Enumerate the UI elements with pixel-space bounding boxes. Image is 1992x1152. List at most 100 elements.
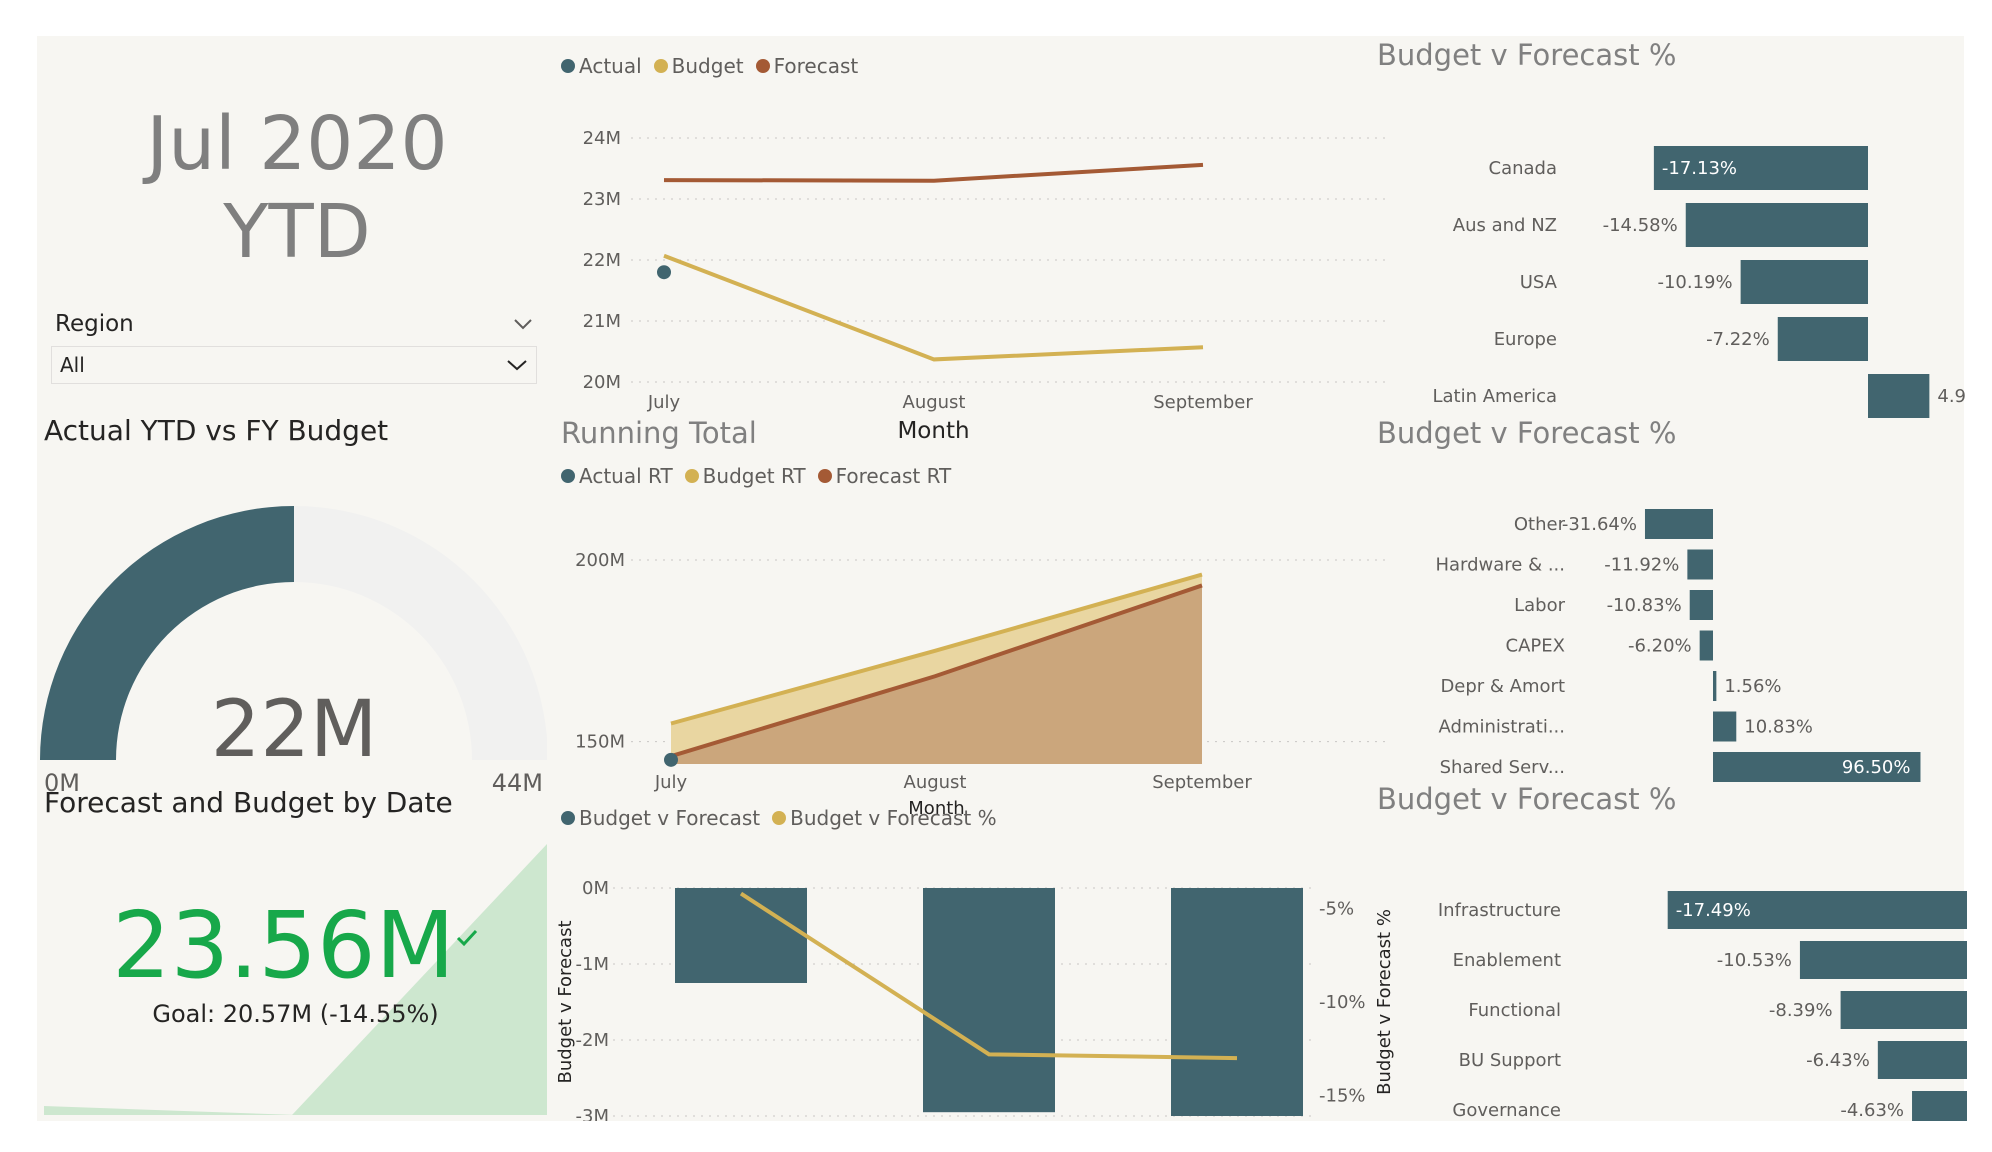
data-label: -8.39%	[1769, 1000, 1833, 1021]
legend-dot	[561, 469, 575, 483]
data-label: 96.50%	[1842, 757, 1911, 778]
bvf-category-bar-chart[interactable]: Infrastructure -17.49% Enablement -10.53% Fu…	[1377, 836, 1967, 1121]
actual-vs-budget-gauge[interactable]: 22M0M 44M	[37, 456, 547, 796]
legend-dot	[684, 469, 699, 483]
data-label: -11.92%	[1604, 555, 1679, 576]
y-left-tick-label: 0M	[582, 878, 609, 899]
x-tick-label: August	[904, 772, 967, 793]
legend-item-forecast[interactable]: Forecast	[755, 54, 859, 78]
gauge-value: 22M	[211, 685, 378, 775]
data-label: 1.56%	[1724, 676, 1781, 697]
category-label: CAPEX	[1506, 636, 1565, 657]
bar	[1685, 203, 1868, 247]
kpi-value: 23.56M	[112, 892, 455, 999]
chevron-down-icon[interactable]	[513, 318, 533, 330]
data-label: -14.58%	[1603, 215, 1678, 236]
bar	[1877, 1041, 1967, 1079]
legend-item-bvf[interactable]: Budget v Forecast	[561, 806, 760, 830]
legend-label: Budget v Forecast %	[790, 806, 997, 830]
running-total-title: Running Total	[561, 416, 757, 450]
kpi-goal: Goal: 20.57M (-14.55%)	[152, 1000, 439, 1028]
x-tick-label: August	[903, 392, 966, 413]
legend-dot	[653, 59, 668, 73]
y-left-tick-label: -3M	[576, 1106, 609, 1121]
trend-shape-left	[44, 1106, 297, 1115]
legend-item-bvf-pct[interactable]: Budget v Forecast %	[772, 806, 997, 830]
series-point-actual	[657, 265, 671, 280]
legend-item-actual[interactable]: Actual	[561, 54, 642, 78]
y-tick-label: 150M	[575, 732, 625, 753]
bar	[1713, 671, 1717, 701]
legend-dot	[772, 811, 787, 825]
bar	[1699, 630, 1713, 661]
region-slicer: Region All	[51, 306, 537, 384]
running-total-legend: Actual RT Budget RT Forecast RT	[561, 464, 957, 488]
actual-budget-forecast-line-chart[interactable]: 24M 23M 22M 21M 20M July August September Month	[551, 84, 1401, 454]
legend-dot	[561, 59, 575, 73]
data-label: -10.83%	[1607, 595, 1682, 616]
bvf-region-bar-chart[interactable]: Canada -17.13% Aus and NZ -14.58% USA -10.19%…	[1377, 96, 1967, 426]
category-label: Functional	[1468, 1000, 1561, 1021]
y-right-tick-label: -5%	[1319, 899, 1354, 920]
bar	[1912, 1091, 1967, 1121]
y-tick-label: 23M	[583, 189, 621, 210]
chevron-down-icon[interactable]	[506, 359, 528, 371]
bar	[1689, 590, 1713, 620]
running-total-area-chart[interactable]: 200M150MJuly August SeptemberMonth	[551, 496, 1401, 826]
bvf-type-bar-chart[interactable]: Other-31.64% Hardware & ... -11.92% Labor -1…	[1377, 476, 1967, 806]
kpi-card[interactable]: 23.56M Goal: 20.57M (-14.55%)	[44, 896, 547, 1028]
region-dropdown[interactable]: All	[51, 346, 537, 384]
data-label: -6.20%	[1628, 636, 1692, 657]
bar	[1799, 941, 1967, 979]
y-tick-label: 20M	[583, 372, 621, 393]
y-right-tick-label: -10%	[1319, 992, 1366, 1013]
legend-item-actual-rt[interactable]: Actual RT	[561, 464, 673, 488]
legend-dot	[561, 811, 575, 825]
region-slicer-header[interactable]: Region	[51, 306, 537, 342]
legend-item-budget[interactable]: Budget	[653, 54, 744, 78]
data-label: 10.83%	[1744, 717, 1813, 738]
report-period-month: Jul 2020	[146, 101, 448, 187]
legend-dot	[755, 59, 770, 73]
data-label: -7.22%	[1706, 329, 1770, 350]
legend-label: Forecast RT	[835, 464, 952, 488]
checkmark-icon	[456, 929, 477, 947]
bar	[1868, 374, 1930, 418]
category-label: Labor	[1514, 595, 1565, 616]
bar	[675, 888, 807, 983]
data-label: -17.49%	[1676, 900, 1751, 921]
legend-item-forecast-rt[interactable]: Forecast RT	[817, 464, 952, 488]
data-label: -4.63%	[1840, 1100, 1904, 1121]
legend-label: Forecast	[773, 54, 859, 78]
legend-label: Budget v Forecast	[579, 806, 761, 830]
report-period-title: Jul 2020 YTD	[77, 100, 517, 276]
category-label: Administrati...	[1439, 717, 1565, 738]
legend-label: Actual	[579, 54, 642, 78]
series-line-forecast	[663, 162, 1204, 183]
category-label: Infrastructure	[1438, 900, 1561, 921]
kpi-title: Forecast and Budget by Date	[44, 786, 453, 819]
legend-label: Budget RT	[702, 464, 806, 488]
bvf-combo-chart[interactable]: 0M-1M-2M-3M-5%-10%-15%Jul 2020Aug 2020Se…	[551, 836, 1401, 1121]
data-label: -6.43%	[1806, 1050, 1870, 1071]
bar	[1171, 888, 1303, 1116]
category-label: Latin America	[1433, 386, 1558, 407]
region-dropdown-value: All	[60, 353, 85, 377]
bar	[1644, 509, 1713, 539]
bar	[1687, 549, 1713, 580]
line-chart-legend: Actual Budget Forecast	[561, 54, 864, 78]
legend-dot	[817, 469, 832, 483]
y-left-axis-title: Budget v Forecast	[555, 920, 576, 1083]
bar	[1713, 711, 1737, 742]
legend-item-budget-rt[interactable]: Budget RT	[684, 464, 806, 488]
combo-chart-legend: Budget v Forecast Budget v Forecast %	[561, 806, 1003, 830]
y-left-tick-label: -1M	[576, 954, 609, 975]
category-label: Governance	[1452, 1100, 1561, 1121]
data-label: -10.53%	[1717, 950, 1792, 971]
bar	[1840, 991, 1967, 1029]
data-label: -31.64%	[1562, 514, 1637, 535]
category-label: Aus and NZ	[1453, 215, 1557, 236]
category-label: Hardware & ...	[1435, 555, 1565, 576]
series-line-budget	[663, 253, 1204, 362]
y-right-tick-label: -15%	[1319, 1085, 1366, 1106]
